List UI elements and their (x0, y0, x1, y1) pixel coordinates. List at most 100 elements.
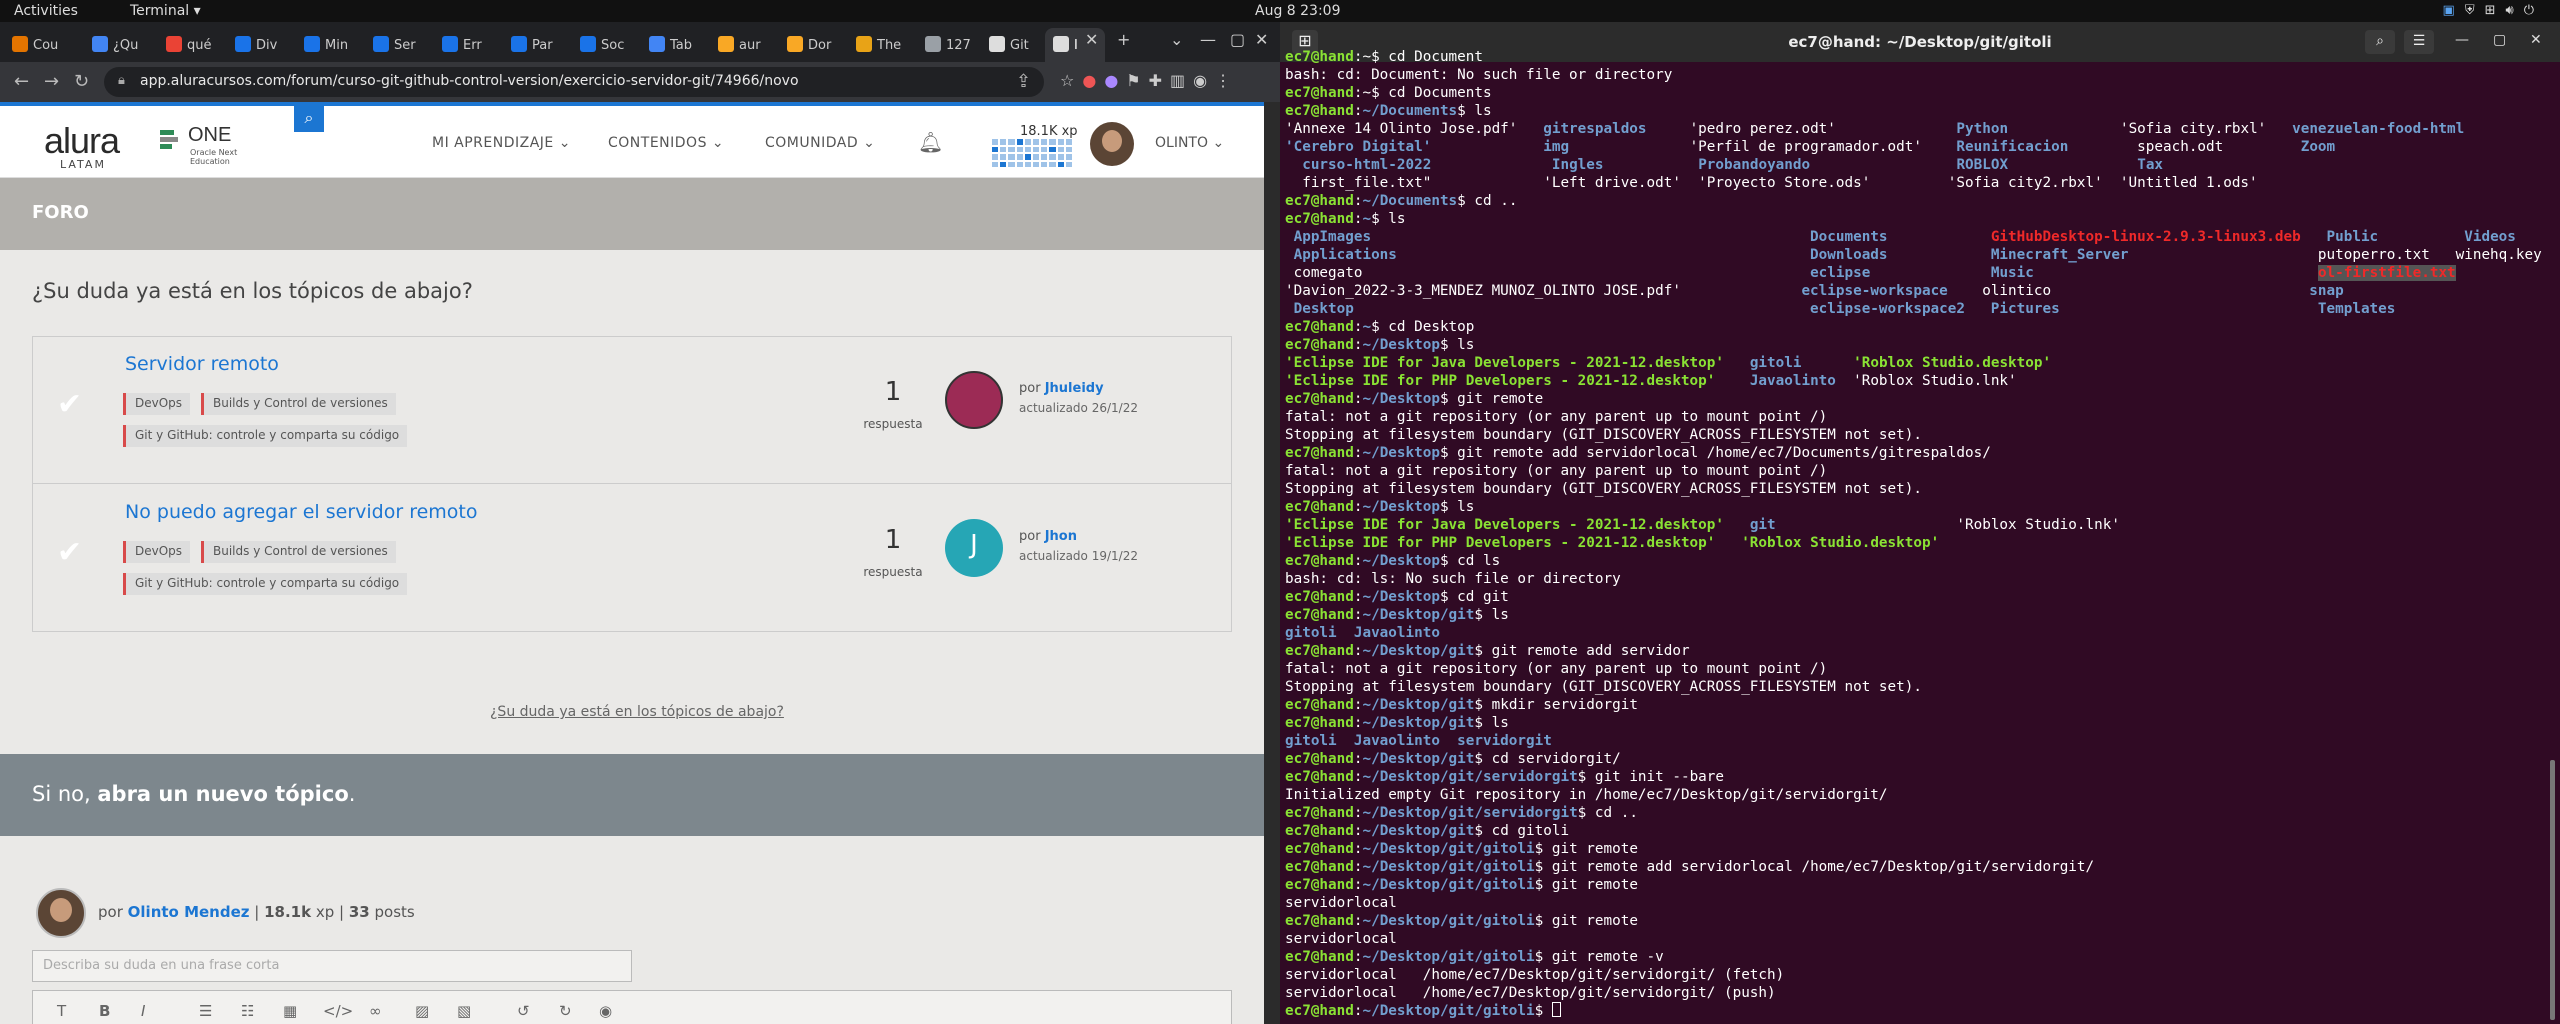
composer-author[interactable]: Olinto Mendez (128, 903, 250, 921)
browser-tab[interactable]: Tab (641, 28, 710, 62)
volume-icon[interactable]: 🔊︎ (2506, 3, 2524, 18)
browser-tab[interactable]: Cou (4, 28, 84, 62)
tab-favicon-icon (787, 36, 803, 52)
browser-tab[interactable]: Dor (779, 28, 848, 62)
image-upload-icon[interactable]: ▧ (457, 1002, 471, 1020)
bold-icon[interactable]: B (99, 1002, 110, 1020)
tag[interactable]: Builds y Control de versiones (201, 541, 396, 563)
terminal-text: ~/Desktop/git/gitoli (1362, 949, 1535, 965)
code-icon[interactable]: </> (323, 1002, 353, 1020)
browser-tab[interactable]: Err (434, 28, 503, 62)
system-tray[interactable]: ▣⛨⊞🔊︎⏻ (2443, 3, 2544, 18)
composer-avatar[interactable] (36, 888, 86, 938)
tab-close-icon[interactable]: ✕ (1085, 30, 1098, 49)
italic-icon[interactable]: I (141, 1002, 145, 1020)
sidebar-icon[interactable]: ▥ (1170, 71, 1193, 90)
undo-icon[interactable]: ↺ (517, 1002, 530, 1020)
close-icon[interactable]: ✕ (2530, 32, 2542, 48)
extension-icon[interactable]: ● (1082, 71, 1104, 90)
minimize-icon[interactable]: — (2455, 32, 2469, 48)
zoom-icon[interactable]: ▣ (2443, 3, 2465, 18)
tag[interactable]: Git y GitHub: controle y comparta su cód… (123, 573, 408, 595)
xp-cell (1057, 139, 1064, 145)
new-tab-icon[interactable]: + (1117, 30, 1130, 49)
close-icon[interactable]: ✕ (1255, 30, 1268, 49)
browser-tab[interactable]: Div (227, 28, 296, 62)
numbered-list-icon[interactable]: ☷ (241, 1002, 254, 1020)
browser-tab[interactable]: Par (503, 28, 572, 62)
clock[interactable]: Aug 8 23:09 (1255, 3, 1341, 19)
tab-search-icon[interactable]: ⌄ (1170, 30, 1183, 49)
tab-favicon-icon (989, 36, 1005, 52)
tag[interactable]: DevOps (123, 393, 191, 415)
menu-contenidos[interactable]: CONTENIDOS ⌄ (608, 135, 724, 151)
terminal-scrollbar[interactable] (2550, 760, 2555, 1020)
terminal-text: servidorlocal /home/ec7/Desktop/git/serv… (1285, 985, 1776, 1001)
author-avatar[interactable] (945, 371, 1003, 429)
terminal-output[interactable]: ec7@hand:~$ cd Document bash: cd: Documen… (1285, 48, 2545, 1024)
menu-mi-aprendizaje[interactable]: MI APRENDIZAJE ⌄ (432, 135, 571, 151)
share-icon[interactable]: ⇪ (1016, 71, 1031, 92)
browser-tab[interactable]: Min (296, 28, 365, 62)
menu-icon[interactable]: ⋮ (1215, 71, 1239, 90)
one-logo[interactable]: ONE (188, 124, 231, 147)
url-bar[interactable]: 🔒︎ app.aluracursos.com/forum/curso-git-g… (104, 67, 1044, 97)
maximize-icon[interactable]: ▢ (1230, 30, 1245, 49)
reload-icon[interactable]: ↻ (74, 71, 89, 92)
browser-tab[interactable]: The (848, 28, 917, 62)
author-link[interactable]: Jhuleidy (1045, 381, 1104, 396)
bullet-list-icon[interactable]: ☰ (199, 1002, 212, 1020)
lock-icon[interactable]: 🔒︎ (118, 73, 125, 88)
user-menu[interactable]: OLINTO ⌄ (1155, 135, 1224, 151)
activities-button[interactable]: Activities (14, 3, 78, 19)
tag[interactable]: Git y GitHub: controle y comparta su cód… (123, 425, 408, 447)
topic-title-input[interactable]: Describa su duda en una frase corta (32, 950, 632, 982)
network-icon[interactable]: ⊞ (2485, 3, 2506, 18)
heading-icon[interactable]: T (57, 1002, 66, 1020)
image-icon[interactable]: ▨ (415, 1002, 429, 1020)
terminal-text: git (1749, 517, 1776, 533)
browser-tab[interactable]: 127 (917, 28, 981, 62)
user-avatar[interactable] (1090, 122, 1134, 166)
power-icon[interactable]: ⏻ (2524, 3, 2544, 18)
page-scrollbar[interactable] (1264, 102, 1280, 1024)
browser-tab[interactable]: ¿Qu (84, 28, 158, 62)
author-link[interactable]: Jhon (1045, 529, 1077, 544)
browser-tab[interactable]: Soc (572, 28, 641, 62)
minimize-icon[interactable]: — (1200, 30, 1216, 49)
terminal-text: ec7@hand (1285, 913, 1354, 929)
shield-icon[interactable]: ⛨ (2465, 3, 2485, 18)
preview-icon[interactable]: ◉ (599, 1002, 612, 1020)
topic-title[interactable]: Servidor remoto (125, 353, 279, 375)
link-icon[interactable]: ∞ (369, 1002, 382, 1020)
search-icon[interactable]: ⌕ (294, 106, 324, 132)
alura-logo[interactable]: alura (44, 120, 120, 162)
topic-title[interactable]: No puedo agregar el servidor remoto (125, 501, 478, 523)
tag[interactable]: DevOps (123, 541, 191, 563)
profile-icon[interactable]: ◉ (1193, 71, 1215, 90)
topic-item[interactable]: ✔ No puedo agregar el servidor remoto De… (33, 485, 1231, 632)
bookmark-icon[interactable]: ☆ (1060, 71, 1082, 90)
bell-icon[interactable]: 🔔︎ (918, 130, 943, 154)
browser-tab[interactable]: aur (710, 28, 779, 62)
topic-item[interactable]: ✔ Servidor remoto DevOps Builds y Contro… (33, 337, 1231, 484)
redo-icon[interactable]: ↻ (559, 1002, 572, 1020)
browser-tab[interactable]: qué (158, 28, 227, 62)
menu-comunidad[interactable]: COMUNIDAD ⌄ (765, 135, 875, 151)
puzzle-icon[interactable]: ✚ (1149, 71, 1170, 90)
table-icon[interactable]: ▦ (283, 1002, 297, 1020)
extensions[interactable]: ☆●●⚑✚▥◉⋮ (1060, 71, 1239, 90)
author-avatar[interactable]: J (945, 519, 1003, 577)
extension-icon[interactable]: ⚑ (1126, 71, 1148, 90)
terminal-text: 'Sofia city.rbxl' (2008, 121, 2293, 137)
duplicate-check-link[interactable]: ¿Su duda ya está en los tópicos de abajo… (490, 704, 784, 720)
maximize-icon[interactable]: ▢ (2493, 32, 2506, 48)
extension-icon[interactable]: ● (1104, 71, 1126, 90)
forward-icon[interactable]: → (44, 71, 59, 92)
back-icon[interactable]: ← (14, 71, 29, 92)
browser-tab[interactable]: Git (981, 28, 1045, 62)
tag[interactable]: Builds y Control de versiones (201, 393, 396, 415)
browser-tab[interactable]: Ser (365, 28, 434, 62)
app-menu[interactable]: Terminal ▾ (130, 3, 201, 19)
